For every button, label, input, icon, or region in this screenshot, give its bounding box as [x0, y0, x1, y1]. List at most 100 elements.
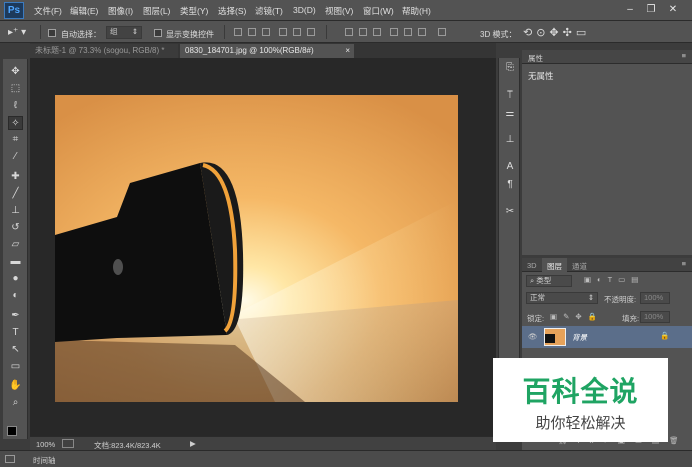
- close-icon[interactable]: ×: [345, 44, 350, 58]
- layer-thumbnail: [544, 328, 566, 346]
- status-menu-arrow-icon[interactable]: ▶: [190, 439, 196, 448]
- blur-icon[interactable]: ●: [8, 272, 23, 286]
- move-icon[interactable]: ✥: [8, 65, 23, 79]
- tab-photo[interactable]: 0830_184701.jpg @ 100%(RGB/8#) ×: [180, 44, 354, 58]
- filter-kind-value: 类型: [536, 276, 552, 285]
- align-top-icon[interactable]: [234, 28, 242, 36]
- lasso-icon[interactable]: ℓ: [8, 99, 23, 113]
- eraser-icon[interactable]: ▱: [8, 238, 23, 252]
- blend-mode-value: 正常: [530, 293, 545, 302]
- crop-icon[interactable]: ⌗: [8, 133, 23, 147]
- paragraph-panel-icon[interactable]: ¶: [504, 179, 516, 191]
- clone-stamp-icon[interactable]: ⊥: [8, 204, 23, 218]
- path-select-icon[interactable]: ↖: [8, 343, 23, 357]
- menu-3d[interactable]: 3D(D): [293, 5, 316, 15]
- marquee-icon[interactable]: ⬚: [8, 82, 23, 96]
- distribute-bottom-icon[interactable]: [373, 28, 381, 36]
- status-export-icon[interactable]: [62, 439, 74, 448]
- adjustments-panel-icon[interactable]: ⚌: [504, 108, 516, 120]
- dodge-icon[interactable]: ◐: [8, 289, 23, 303]
- zoom-icon[interactable]: ⌕: [8, 396, 23, 410]
- history-panel-icon[interactable]: ⎘: [504, 62, 516, 74]
- chevron-down-icon: ⇕: [587, 293, 594, 302]
- distribute-right-icon[interactable]: [418, 28, 426, 36]
- menu-select[interactable]: 选择(S): [218, 5, 246, 17]
- pen-icon[interactable]: ✒: [8, 309, 23, 323]
- tab-properties[interactable]: 属性: [528, 53, 543, 64]
- menu-layer[interactable]: 图层(L): [143, 5, 170, 17]
- menu-type[interactable]: 类型(Y): [180, 5, 208, 17]
- flashlight-photo: [55, 95, 458, 402]
- fill-input[interactable]: 100%: [640, 311, 670, 323]
- 3d-mode-icons[interactable]: ⟲⊙✥✣▭: [523, 26, 590, 39]
- fill-value: 100%: [644, 312, 664, 321]
- auto-select-label: 自动选择：: [61, 30, 101, 39]
- menu-file[interactable]: 文件(F): [34, 5, 62, 17]
- magic-wand-icon[interactable]: ✧: [8, 116, 23, 130]
- tab-photo-label: 0830_184701.jpg @ 100%(RGB/8#): [185, 46, 314, 55]
- menu-view[interactable]: 视图(V): [325, 5, 353, 17]
- close-button[interactable]: ✕: [666, 3, 680, 16]
- distribute-top-icon[interactable]: [345, 28, 353, 36]
- timeline-label[interactable]: 时间轴: [33, 455, 56, 466]
- align-vcenter-icon[interactable]: [248, 28, 256, 36]
- zoom-level[interactable]: 100%: [36, 440, 55, 449]
- tab-layers[interactable]: 图层: [542, 258, 567, 272]
- healing-brush-icon[interactable]: ✚: [8, 170, 23, 184]
- restore-button[interactable]: ❐: [644, 3, 658, 16]
- brush-panel-icon[interactable]: ⟙: [504, 90, 516, 102]
- brush-icon[interactable]: ╱: [8, 187, 23, 201]
- menu-edit[interactable]: 编辑(E): [70, 5, 98, 17]
- timeline-icon[interactable]: [5, 455, 15, 463]
- opacity-label: 不透明度:: [604, 295, 637, 304]
- show-transform-checkbox[interactable]: [154, 29, 162, 37]
- distribute-left-icon[interactable]: [390, 28, 398, 36]
- hand-icon[interactable]: ✋: [8, 379, 23, 393]
- auto-select-checkbox[interactable]: [48, 29, 56, 37]
- distribute-hcenter-icon[interactable]: [404, 28, 412, 36]
- menu-filter[interactable]: 滤镜(T): [255, 5, 283, 17]
- clone-source-panel-icon[interactable]: ⊥: [504, 134, 516, 146]
- character-panel-icon[interactable]: A: [504, 161, 516, 173]
- fill-label: 填充:: [622, 314, 640, 323]
- show-transform-label: 显示变换控件: [166, 30, 214, 39]
- history-brush-icon[interactable]: ↺: [8, 221, 23, 235]
- properties-panel: 属性 ≡ 无属性: [522, 50, 692, 255]
- gradient-icon[interactable]: ▬: [8, 255, 23, 269]
- move-tool-preset-icon[interactable]: ▸⁺ ▾: [8, 27, 26, 38]
- opacity-input[interactable]: 100%: [640, 292, 670, 304]
- watermark-title: 百科全说: [522, 375, 639, 408]
- distribute-vcenter-icon[interactable]: [359, 28, 367, 36]
- align-right-icon[interactable]: [307, 28, 315, 36]
- align-hcenter-icon[interactable]: [293, 28, 301, 36]
- eyedropper-icon[interactable]: ⁄: [8, 150, 23, 164]
- tab-untitled[interactable]: 未标题-1 @ 73.3% (sogou, RGB/8) *: [30, 44, 178, 58]
- rectangle-icon[interactable]: ▭: [8, 360, 23, 374]
- auto-align-icon[interactable]: [438, 28, 446, 36]
- align-left-icon[interactable]: [279, 28, 287, 36]
- layer-filter-icons[interactable]: ▣◐T▭▤: [584, 275, 644, 284]
- panel-menu-icon[interactable]: ≡: [682, 51, 686, 60]
- lock-icons[interactable]: ▣✎✥🔒: [550, 312, 603, 321]
- canvas-image[interactable]: [55, 95, 458, 402]
- type-icon[interactable]: T: [8, 326, 23, 340]
- tab-3d[interactable]: 3D: [527, 261, 537, 270]
- menu-help[interactable]: 帮助(H): [402, 5, 431, 17]
- panel-menu-icon[interactable]: ≡: [682, 259, 686, 268]
- menu-image[interactable]: 图像(I): [108, 5, 133, 17]
- eye-icon[interactable]: 👁: [528, 332, 538, 341]
- foreground-color-swatch[interactable]: [7, 426, 17, 436]
- tab-channels[interactable]: 通道: [572, 261, 587, 272]
- layer-row[interactable]: 👁 背景 🔒: [522, 326, 692, 348]
- layer-filter-dropdown[interactable]: ⌕ 类型: [526, 275, 572, 287]
- align-bottom-icon[interactable]: [262, 28, 270, 36]
- auto-select-dropdown[interactable]: 组 ⇕: [106, 26, 142, 39]
- divider: [40, 25, 41, 39]
- blend-mode-dropdown[interactable]: 正常 ⇕: [526, 292, 598, 304]
- minimize-button[interactable]: –: [623, 3, 637, 16]
- watermark-subtitle: 助你轻松解决: [535, 415, 626, 432]
- tool-presets-icon[interactable]: ✂: [504, 206, 516, 218]
- toolbox: ✥ ⬚ ℓ ✧ ⌗ ⁄ ✚ ╱ ⊥ ↺ ▱ ▬ ● ◐ ✒ T ↖ ▭ ✋ ⌕: [3, 59, 28, 442]
- layer-name[interactable]: 背景: [572, 332, 587, 343]
- menu-window[interactable]: 窗口(W): [363, 5, 394, 17]
